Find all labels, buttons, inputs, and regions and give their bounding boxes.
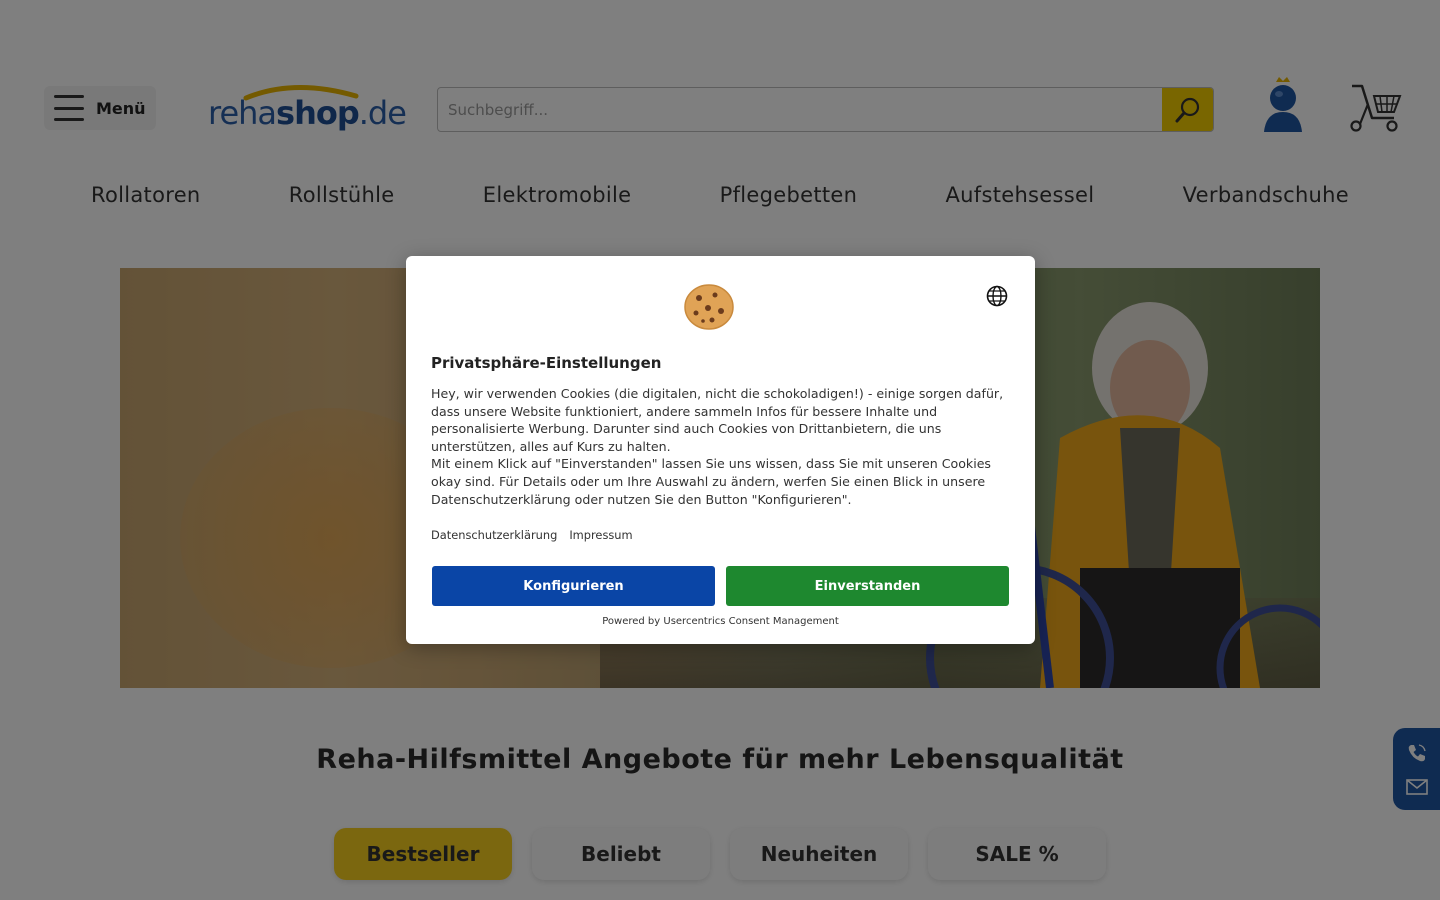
dialog-title: Privatsphäre-Einstellungen bbox=[431, 354, 662, 372]
dialog-paragraph: Mit einem Klick auf "Einverstanden" lass… bbox=[431, 456, 991, 507]
cookie-icon bbox=[684, 284, 734, 330]
powered-by-text: Powered by Usercentrics Consent Manageme… bbox=[602, 616, 839, 627]
dialog-body: Hey, wir verwenden Cookies (die digitale… bbox=[431, 385, 1013, 508]
globe-icon[interactable] bbox=[986, 285, 1008, 307]
privacy-policy-link[interactable]: Datenschutzerklärung bbox=[431, 528, 557, 542]
cookie-consent-dialog: Privatsphäre-Einstellungen Hey, wir verw… bbox=[406, 256, 1035, 644]
accept-button[interactable]: Einverstanden bbox=[726, 566, 1009, 606]
dialog-links: Datenschutzerklärung Impressum bbox=[431, 528, 633, 542]
imprint-link[interactable]: Impressum bbox=[569, 528, 632, 542]
dialog-paragraph: Hey, wir verwenden Cookies (die digitale… bbox=[431, 386, 1004, 454]
configure-button[interactable]: Konfigurieren bbox=[432, 566, 715, 606]
